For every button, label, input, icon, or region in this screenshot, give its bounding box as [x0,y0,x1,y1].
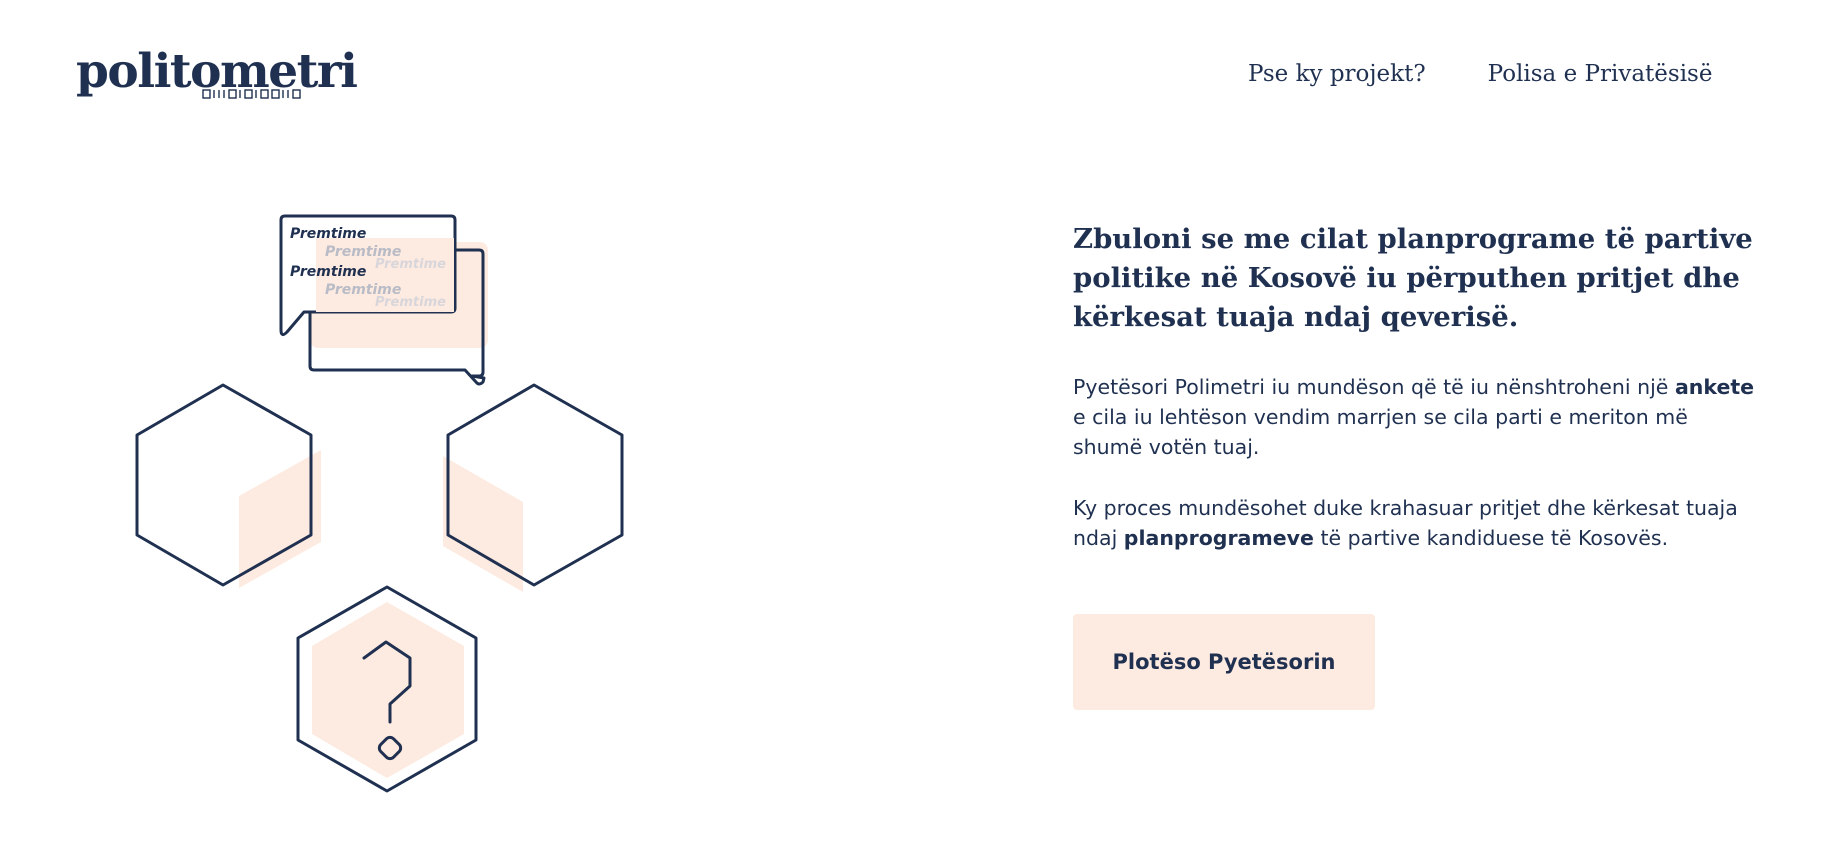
nav-link-privacy-policy[interactable]: Polisa e Privatësisë [1488,58,1713,90]
intro-paragraph-text-2: e cila iu lehtëson vendim marrjen se cil… [1073,405,1688,459]
question-hexagon [296,585,478,793]
intro-paragraph-bold: ankete [1674,375,1755,399]
logo-binary-bar [202,89,301,99]
logo[interactable]: politometri [76,44,358,104]
right-hexagon [443,383,624,592]
bubble-text-6: Premtime [375,295,446,310]
left-hexagon [135,383,321,588]
hero-headline: Zbuloni se me cilat planprograme të part… [1073,223,1753,333]
binary-zero [271,89,280,99]
binary-zero [292,89,301,99]
binary-zero [244,89,253,99]
intro-paragraph: Pyetësori Polimetri iu mundëson që të iu… [1073,372,1763,462]
intro-paragraph-text-1: Pyetësori Polimetri iu mundëson që të iu… [1073,375,1675,399]
bubble-text-4: Premtime [290,264,366,280]
process-paragraph-bold: planprogrameve [1123,526,1314,550]
nav-link-why-project[interactable]: Pse ky projekt? [1248,58,1426,90]
binary-zero [228,89,237,99]
bubble-text-1: Premtime [290,226,366,242]
binary-zero [260,89,269,99]
top-nav: Pse ky projekt? Polisa e Privatësisë [1248,58,1712,90]
hero-illustration: Premtime Premtime Premtime Premtime Prem… [135,214,624,793]
binary-zero [202,89,211,99]
process-paragraph: Ky proces mundësohet duke krahasuar prit… [1073,493,1763,553]
bubble-text-3: Premtime [375,257,446,272]
process-paragraph-text-2: të partive kandiduese të Kosovës. [1313,526,1669,550]
start-questionnaire-button[interactable]: Plotëso Pyetësorin [1073,614,1375,710]
